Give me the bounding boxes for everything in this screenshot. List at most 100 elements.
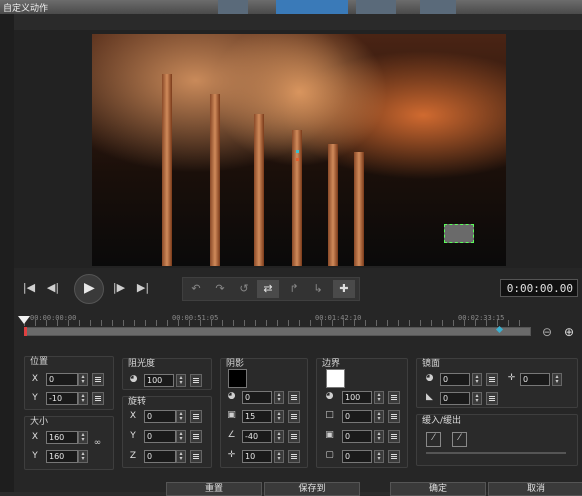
shadow-opacity-stepper[interactable]: ▴ ▾: [274, 391, 284, 404]
playhead[interactable]: [18, 316, 30, 324]
opacity-field[interactable]: 100: [144, 374, 174, 387]
fence-rail: [328, 144, 338, 266]
go-to-start-button[interactable]: |◀: [20, 278, 38, 298]
rotation-z-stepper[interactable]: ▴ ▾: [176, 450, 186, 463]
shadow-blur-field[interactable]: 15: [242, 410, 272, 423]
shadow-opacity-field[interactable]: 0: [242, 391, 272, 404]
rotation-x-stepper[interactable]: ▴ ▾: [176, 410, 186, 423]
go-to-end-button[interactable]: ▶|: [134, 278, 152, 298]
border-blur-stepper[interactable]: ▴ ▾: [374, 430, 384, 443]
border-style-field[interactable]: 0: [342, 450, 372, 463]
position-y-menu[interactable]: [92, 392, 104, 405]
position-x-menu[interactable]: [92, 373, 104, 386]
size-x-stepper[interactable]: ▴ ▾: [78, 431, 88, 444]
timeline-track[interactable]: [24, 327, 531, 336]
border-width-menu[interactable]: [388, 410, 400, 423]
size-y-field[interactable]: 160: [46, 450, 78, 463]
border-style-stepper[interactable]: ▴ ▾: [374, 450, 384, 463]
reset-button[interactable]: 重置: [166, 482, 262, 496]
mirror-opacity-field[interactable]: 0: [440, 373, 470, 386]
shadow-distance-stepper[interactable]: ▴ ▾: [274, 450, 284, 463]
title-tab[interactable]: [218, 0, 248, 14]
ok-button[interactable]: 确定: [390, 482, 486, 496]
border-opacity-field[interactable]: 100: [342, 391, 372, 404]
mirror-opacity-stepper[interactable]: ▴ ▾: [472, 373, 482, 386]
opacity-menu[interactable]: [190, 374, 202, 387]
border-blur-menu[interactable]: [388, 430, 400, 443]
motion-path-handle[interactable]: [296, 158, 299, 161]
reset-path-icon[interactable]: ↺: [233, 280, 255, 298]
next-frame-button[interactable]: |▶: [110, 278, 128, 298]
flip-path-icon[interactable]: ↳: [307, 280, 329, 298]
rotation-y-menu[interactable]: [190, 430, 202, 443]
border-blur-icon: ▣: [325, 430, 334, 440]
video-preview[interactable]: [92, 34, 506, 266]
mirror-opacity-menu[interactable]: [486, 373, 498, 386]
title-tab-active[interactable]: [276, 0, 348, 14]
shadow-blur-menu[interactable]: [288, 410, 300, 423]
size-y-stepper[interactable]: ▴ ▾: [78, 450, 88, 463]
rotation-x-menu[interactable]: [190, 410, 202, 423]
link-icon[interactable]: ∞: [92, 438, 103, 449]
undo-icon[interactable]: ↶: [185, 280, 207, 298]
shadow-color-swatch[interactable]: [228, 369, 247, 388]
border-width-stepper[interactable]: ▴ ▾: [374, 410, 384, 423]
mirror-fade-menu[interactable]: [486, 392, 498, 405]
rotation-y-field[interactable]: 0: [144, 430, 176, 443]
play-icon: ▶: [84, 280, 95, 296]
border-style-menu[interactable]: [388, 450, 400, 463]
border-opacity-menu[interactable]: [388, 391, 400, 404]
previous-frame-button[interactable]: ◀|: [44, 278, 62, 298]
shadow-angle-field[interactable]: -40: [242, 430, 272, 443]
mirror-distance-field[interactable]: 0: [520, 373, 550, 386]
object-selection-box[interactable]: [444, 224, 474, 243]
shadow-blur-icon: ▣: [227, 410, 236, 420]
rotation-x-field[interactable]: 0: [144, 410, 176, 423]
mirror-fade-field[interactable]: 0: [440, 392, 470, 405]
mirror-fade-stepper[interactable]: ▴ ▾: [472, 392, 482, 405]
zoom-out-icon[interactable]: ⊖: [542, 325, 552, 339]
play-button[interactable]: ▶: [74, 274, 104, 304]
opacity-stepper[interactable]: ▴ ▾: [176, 374, 186, 387]
shadow-angle-menu[interactable]: [288, 430, 300, 443]
shadow-angle-stepper[interactable]: ▴ ▾: [274, 430, 284, 443]
axis-x-label: X: [129, 411, 137, 421]
rotation-y-stepper[interactable]: ▴ ▾: [176, 430, 186, 443]
axis-y-label: Y: [32, 393, 38, 403]
motion-path-handle[interactable]: [296, 150, 299, 153]
timecode-display[interactable]: 0:00:00.00: [500, 279, 578, 297]
ease-in-icon[interactable]: ⁄: [426, 432, 441, 447]
save-as-button[interactable]: 保存到: [264, 482, 360, 496]
shadow-distance-field[interactable]: 10: [242, 450, 272, 463]
border-color-swatch[interactable]: [326, 369, 345, 388]
position-x-field[interactable]: 0: [46, 373, 78, 386]
ease-out-icon[interactable]: ⁄: [452, 432, 467, 447]
axis-x-label: X: [31, 374, 39, 384]
swap-icon[interactable]: ⇄: [257, 280, 279, 298]
position-x-stepper[interactable]: ▴ ▾: [78, 373, 88, 386]
shadow-opacity-menu[interactable]: [288, 391, 300, 404]
border-blur-field[interactable]: 0: [342, 430, 372, 443]
title-tab[interactable]: [356, 0, 396, 14]
cancel-button[interactable]: 取消: [488, 482, 582, 496]
mirror-path-icon[interactable]: ↱: [283, 280, 305, 298]
axis-y-label: Y: [130, 431, 136, 441]
size-x-field[interactable]: 160: [46, 431, 78, 444]
axis-x-label: X: [31, 432, 39, 442]
border-width-field[interactable]: 0: [342, 410, 372, 423]
rotation-z-menu[interactable]: [190, 450, 202, 463]
start-keyframe-marker[interactable]: [24, 327, 27, 336]
position-y-stepper[interactable]: ▴ ▾: [78, 392, 88, 405]
ease-slider[interactable]: [426, 452, 566, 454]
border-opacity-stepper[interactable]: ▴ ▾: [374, 391, 384, 404]
rotation-z-field[interactable]: 0: [144, 450, 176, 463]
shadow-distance-menu[interactable]: [288, 450, 300, 463]
shadow-blur-stepper[interactable]: ▴ ▾: [274, 410, 284, 423]
border-style-icon: ▢: [325, 450, 334, 460]
mirror-distance-stepper[interactable]: ▴ ▾: [552, 373, 562, 386]
title-tab[interactable]: [420, 0, 456, 14]
redo-icon[interactable]: ↷: [209, 280, 231, 298]
zoom-in-icon[interactable]: ⊕: [564, 325, 574, 339]
position-y-field[interactable]: -10: [46, 392, 78, 405]
add-keyframe-icon[interactable]: ✚: [333, 280, 355, 298]
